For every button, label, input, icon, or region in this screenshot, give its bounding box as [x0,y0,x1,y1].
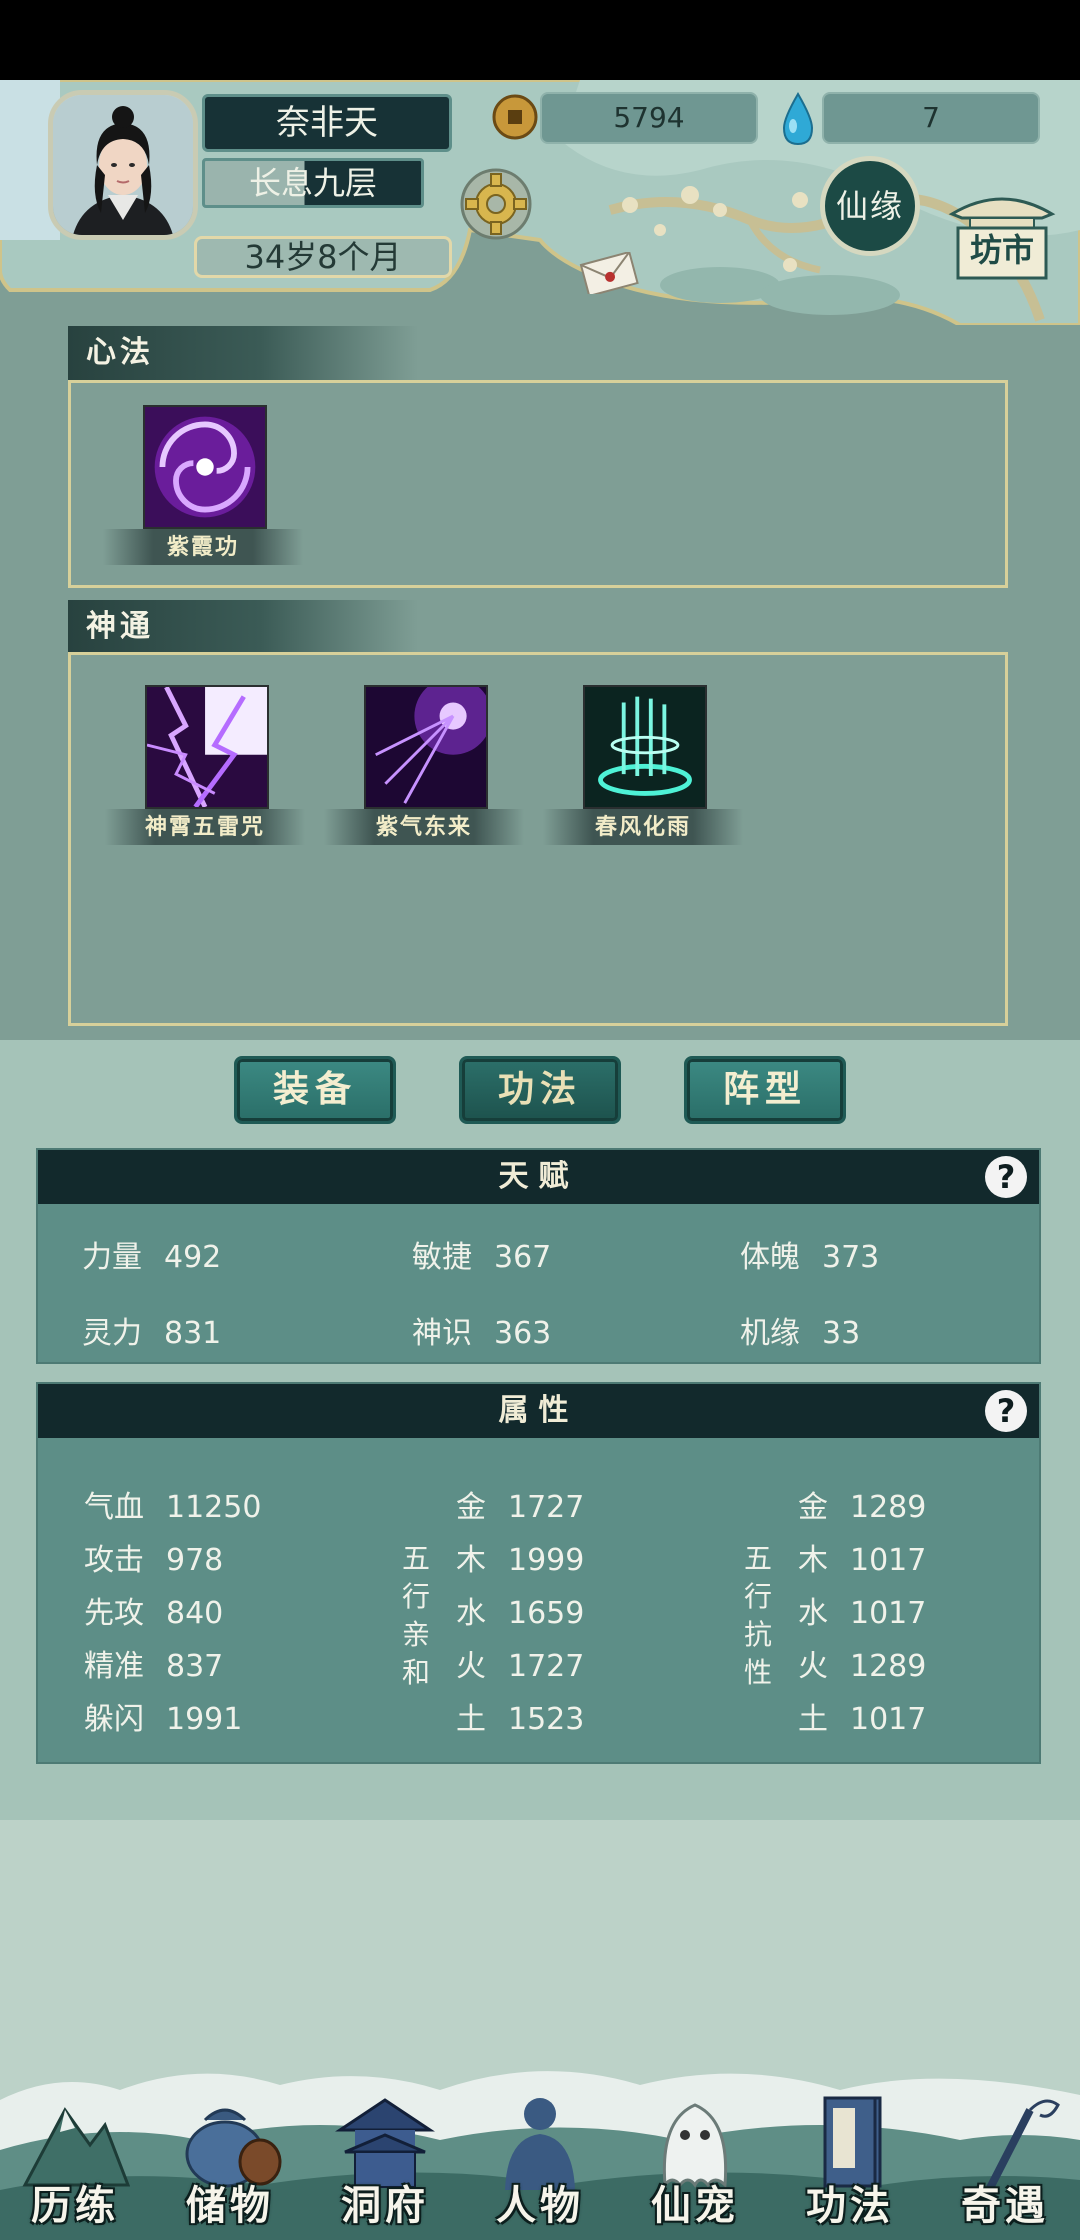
xinfa-skill-box: 紫霞功 [68,380,1008,588]
skill-name: 神霄五雷咒 [105,809,305,845]
book-icon [823,2096,882,2188]
shentong-skill-box: 神霄五雷咒 紫气东来 春风化雨 [68,652,1008,1026]
talent-help-button[interactable]: ? [985,1156,1027,1198]
nav-item-pet[interactable]: 仙宠 [620,2070,770,2240]
pouch-icon [185,2108,282,2188]
pagoda-icon [335,2098,435,2188]
cultivation-realm: 长息九层 [202,158,424,208]
affinity-stat: 金 1727 [456,1490,585,1525]
player-age: 34岁8个月 [194,236,452,278]
purple-vortex-icon [143,405,267,529]
talent-stat: 体魄 373 [740,1240,880,1275]
header-bar: 奈非天 长息九层 34岁8个月 5794 7 仙缘 坊市 [0,80,1080,325]
ghost-pet-icon [662,2103,728,2190]
shentong-section-title: 神通 [68,600,418,654]
nav-item-storage[interactable]: 储物 [155,2070,305,2240]
mail-icon[interactable] [578,252,640,294]
skill-slot[interactable]: 春风化雨 [543,685,743,855]
attribute-stat: 精准 837 [84,1649,224,1684]
nav-label: 功法 [806,2182,894,2229]
affinity-stat: 土 1523 [456,1702,585,1737]
skill-name: 春风化雨 [543,809,743,845]
staff-icon [986,2099,1060,2190]
tab-skills[interactable]: 功法 [459,1056,621,1124]
nav-item-training[interactable]: 历练 [0,2070,150,2240]
skill-name: 紫气东来 [324,809,524,845]
resist-stat: 木 1017 [798,1543,927,1578]
player-name: 奈非天 [202,94,452,152]
nav-label: 仙宠 [651,2182,739,2229]
gear-icon[interactable] [458,166,534,242]
attribute-stat: 攻击 978 [84,1543,224,1578]
coin-count: 5794 [540,92,758,144]
affinity-stat: 火 1727 [456,1649,585,1684]
skill-slot[interactable]: 紫霞功 [103,405,303,575]
xianyuan-button[interactable]: 仙缘 [820,156,920,256]
nav-label: 储物 [186,2182,274,2229]
affinity-stat: 木 1999 [456,1543,585,1578]
talent-title: 天赋 [38,1150,1039,1204]
nav-label: 洞府 [341,2182,429,2229]
market-button[interactable]: 坊市 [948,184,1056,284]
resist-title: 五 行 抗 性 [743,1542,772,1689]
talent-stat: 力量 492 [82,1240,222,1275]
gem-count: 7 [822,92,1040,144]
skill-name: 紫霞功 [103,529,303,565]
resist-stat: 水 1017 [798,1596,927,1631]
xinfa-section-title: 心法 [68,326,418,380]
nav-item-cave-abode[interactable]: 洞府 [310,2070,460,2240]
mountain-icon [22,2107,130,2187]
attribute-stat: 躲闪 1991 [84,1702,243,1737]
talent-stat: 神识 363 [412,1316,552,1351]
copper-coin-icon [492,94,538,140]
resist-stat: 金 1289 [798,1490,927,1525]
resist-stat: 土 1017 [798,1702,927,1737]
person-icon [505,2098,575,2190]
tab-equipment[interactable]: 装备 [234,1056,396,1124]
talent-stat: 灵力 831 [82,1316,222,1351]
avatar[interactable] [48,90,198,240]
nav-label: 人物 [496,2182,584,2229]
talent-panel: 天赋 ? 力量 492 敏捷 367 体魄 373 灵力 831 神识 363 机缘 33 [36,1148,1041,1364]
spirit-stone-icon [782,92,814,146]
skill-slot[interactable]: 紫气东来 [324,685,524,855]
resist-stat: 火 1289 [798,1649,927,1684]
market-label: 坊市 [969,231,1034,269]
nav-item-encounters[interactable]: 奇遇 [930,2070,1080,2240]
talent-stat: 敏捷 367 [412,1240,552,1275]
tab-formation[interactable]: 阵型 [684,1056,846,1124]
attribute-stat: 先攻 840 [84,1596,224,1631]
cyan-rain-icon [583,685,707,809]
purple-energy-icon [364,685,488,809]
avatar-portrait [53,95,193,235]
attribute-help-button[interactable]: ? [985,1390,1027,1432]
nav-item-skills[interactable]: 功法 [775,2070,925,2240]
nav-item-character[interactable]: 人物 [465,2070,615,2240]
affinity-stat: 水 1659 [456,1596,585,1631]
nav-label: 历练 [31,2182,119,2229]
attribute-stat: 气血 11250 [84,1490,262,1525]
bottom-nav: 历练 储物 洞府 人物 仙宠 功法 奇遇 [0,2070,1080,2240]
nav-label: 奇遇 [961,2182,1049,2229]
character-screen: 奈非天 长息九层 34岁8个月 5794 7 仙缘 坊市 心法 紫霞功 神通 神… [0,80,1080,2240]
skill-slot[interactable]: 神霄五雷咒 [105,685,305,855]
purple-lightning-icon [145,685,269,809]
attribute-panel: 属性 ? 气血 11250 攻击 978 先攻 840 精准 837 躲闪 1991 五 … [36,1382,1041,1764]
affinity-title: 五 行 亲 和 [401,1542,430,1689]
attribute-title: 属性 [38,1384,1039,1438]
talent-stat: 机缘 33 [740,1316,861,1351]
